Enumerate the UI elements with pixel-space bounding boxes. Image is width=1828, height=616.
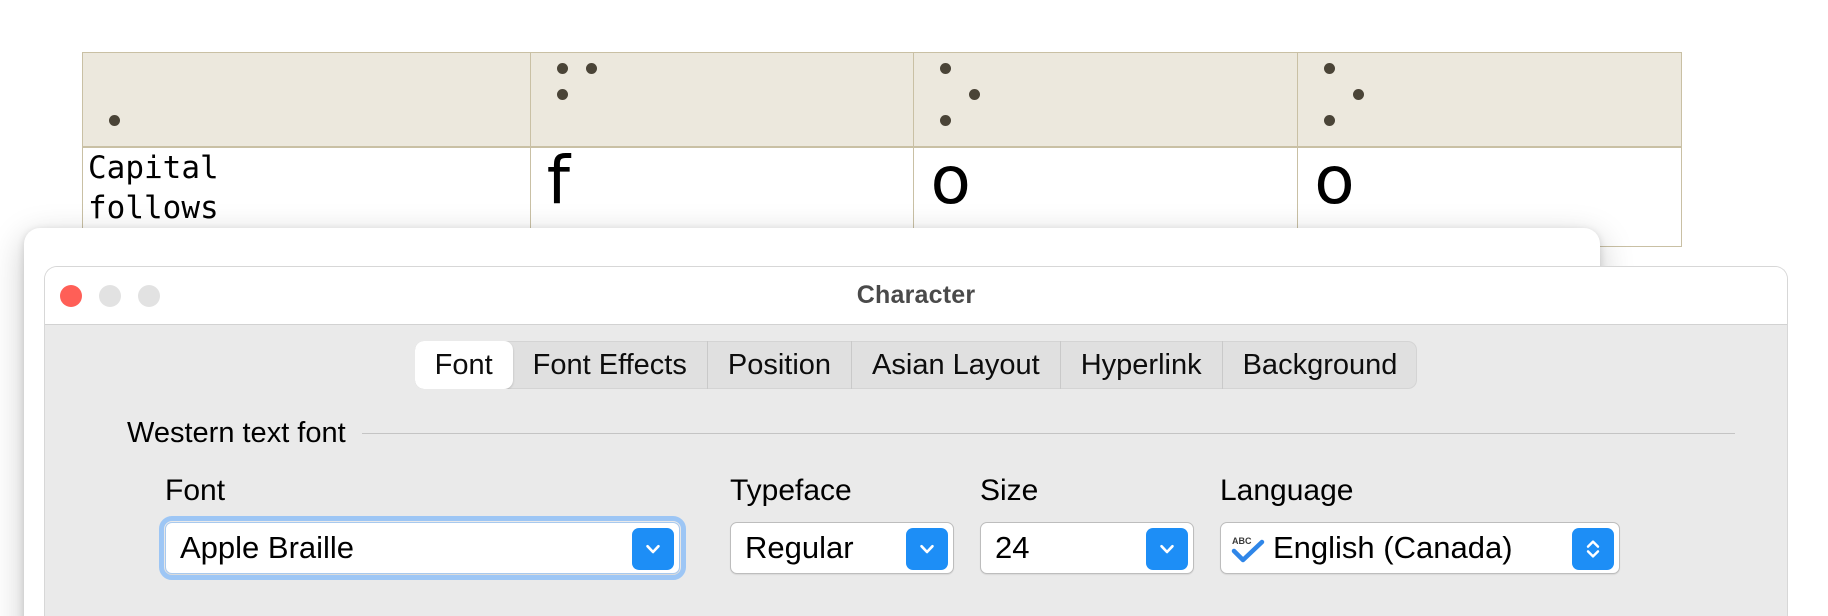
language-label-cell: Language xyxy=(1220,474,1650,508)
field-inputs-row: Apple Braille Regular 24 ABC English (Ca… xyxy=(159,516,1787,580)
braille-cell-letter-o-second xyxy=(1297,52,1682,147)
dialog-titlebar[interactable]: Character xyxy=(45,267,1787,325)
letter-o-first-glyph: o xyxy=(930,141,971,219)
braille-dot-3 xyxy=(1324,115,1336,126)
typeface-field-cell: Regular xyxy=(730,522,980,574)
language-field-cell: ABC English (Canada) xyxy=(1220,522,1650,574)
font-chevron-down-icon[interactable] xyxy=(632,528,674,570)
typeface-combobox-value: Regular xyxy=(745,530,854,565)
capital-follows-line2: follows xyxy=(88,189,219,226)
field-labels-row: Font Typeface Size Language xyxy=(165,474,1787,508)
size-label: Size xyxy=(980,474,1039,507)
font-fields-group: Font Typeface Size Language Apple Braill… xyxy=(45,474,1787,580)
braille-dot-2 xyxy=(556,89,568,100)
size-combobox-value: 24 xyxy=(995,530,1030,565)
braille-dot-5 xyxy=(1353,89,1365,100)
braille-cell-capital-sign xyxy=(82,52,531,147)
font-combobox-value: Apple Braille xyxy=(180,530,355,565)
western-text-font-section-header: Western text font xyxy=(127,417,1735,450)
tab-asian-layout[interactable]: Asian Layout xyxy=(852,341,1061,389)
braille-dot-grid xyxy=(940,63,986,139)
font-field-cell: Apple Braille xyxy=(159,516,730,580)
character-dialog: Character Font Font Effects Position Asi… xyxy=(44,266,1788,616)
braille-dot-1 xyxy=(556,63,568,74)
braille-reference-table: Capital follows f o o xyxy=(82,52,1682,247)
braille-dot-grid xyxy=(1324,63,1370,139)
typeface-chevron-down-icon[interactable] xyxy=(906,528,948,570)
tabbar-wrapper: Font Font Effects Position Asian Layout … xyxy=(45,325,1787,389)
dialog-body: Font Font Effects Position Asian Layout … xyxy=(45,325,1787,616)
language-stepper-chevron-icon[interactable] xyxy=(1572,528,1614,570)
svg-text:ABC: ABC xyxy=(1232,536,1252,546)
size-combobox[interactable]: 24 xyxy=(980,522,1194,574)
letter-o-second-glyph: o xyxy=(1314,141,1355,219)
braille-dots-row xyxy=(82,52,1682,147)
braille-dot-1 xyxy=(1324,63,1336,74)
language-label: Language xyxy=(1220,474,1354,507)
font-combobox[interactable]: Apple Braille xyxy=(159,516,686,580)
typeface-label-cell: Typeface xyxy=(730,474,980,508)
font-label-cell: Font xyxy=(165,474,730,508)
letter-f-glyph: f xyxy=(546,141,570,219)
size-field-cell: 24 xyxy=(980,522,1220,574)
language-popup-value: English (Canada) xyxy=(1273,530,1513,565)
tab-background[interactable]: Background xyxy=(1223,341,1418,389)
section-divider xyxy=(361,433,1735,434)
size-label-cell: Size xyxy=(980,474,1220,508)
braille-dot-5 xyxy=(969,89,981,100)
tab-font-effects[interactable]: Font Effects xyxy=(513,341,708,389)
dialog-title: Character xyxy=(856,281,976,309)
braille-cell-letter-f xyxy=(529,52,915,147)
braille-dot-grid xyxy=(556,63,603,139)
braille-dot-grid xyxy=(109,63,155,139)
braille-dot-4 xyxy=(585,63,597,74)
abc-spellcheck-icon: ABC xyxy=(1231,533,1265,563)
tab-hyperlink[interactable]: Hyperlink xyxy=(1061,341,1223,389)
braille-dot-3 xyxy=(940,115,952,126)
size-chevron-down-icon[interactable] xyxy=(1146,528,1188,570)
font-label: Font xyxy=(165,474,226,507)
tab-font[interactable]: Font xyxy=(414,341,513,389)
braille-cell-letter-o-first xyxy=(913,52,1299,147)
typeface-combobox[interactable]: Regular xyxy=(730,522,954,574)
capital-follows-line1: Capital xyxy=(88,149,219,186)
language-popup-button[interactable]: ABC English (Canada) xyxy=(1220,522,1620,574)
section-title-label: Western text font xyxy=(127,417,346,449)
dialog-tabbar: Font Font Effects Position Asian Layout … xyxy=(414,341,1418,389)
screen-root: Capital follows f o o Character Font Fon… xyxy=(0,0,1828,616)
braille-dot-6 xyxy=(109,115,120,126)
braille-dot-1 xyxy=(940,63,952,74)
typeface-label: Typeface xyxy=(730,474,852,507)
tab-position[interactable]: Position xyxy=(708,341,853,389)
